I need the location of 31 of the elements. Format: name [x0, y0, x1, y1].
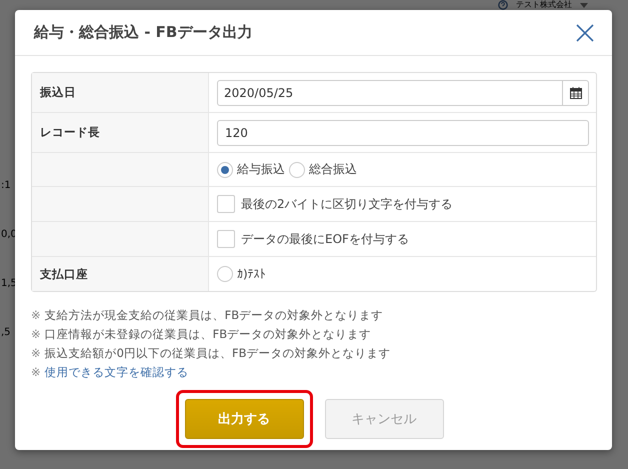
caret-icon [580, 2, 588, 8]
dialog-title: 給与・総合振込 - FBデータ出力 [34, 23, 252, 42]
date-field[interactable]: 2020/05/25 [217, 80, 589, 106]
company-name: テスト株式会社 [516, 0, 572, 10]
input-field[interactable]: 120 [217, 120, 589, 146]
field-label: レコード長 [32, 113, 209, 152]
checkbox-option[interactable]: データの最後にEOFを付与する [217, 230, 409, 248]
checkbox-option[interactable]: 最後の2バイトに区切り文字を付与する [217, 195, 453, 213]
link[interactable]: 使用できる文字を確認する [44, 365, 189, 379]
calendar-icon[interactable] [570, 86, 582, 98]
note-text: 支給方法が現金支給の従業員は、FBデータの対象外となります [44, 308, 384, 322]
note-mark: ※ [31, 308, 41, 322]
note-mark: ※ [31, 365, 41, 379]
checkbox[interactable] [217, 230, 235, 248]
note-text: 振込支給額が0円以下の従業員は、FBデータの対象外となります [44, 346, 390, 360]
note-mark: ※ [31, 327, 41, 341]
background-cell-text: :1 [1, 180, 12, 191]
note-mark: ※ [31, 346, 41, 360]
note-text: 口座情報が未登録の従業員は、FBデータの対象外となります [44, 327, 372, 341]
radio-button[interactable] [217, 266, 233, 282]
close-icon[interactable] [576, 24, 594, 42]
background-cell-text: ,5 [1, 327, 12, 338]
checkbox[interactable] [217, 195, 235, 213]
field-label: 支払口座 [32, 257, 209, 291]
radio-button[interactable] [289, 162, 305, 178]
radio-option[interactable]: 給与振込 [217, 161, 285, 178]
help-icon [498, 0, 508, 10]
field-label: 振込日 [32, 73, 209, 112]
radio-button[interactable] [217, 162, 233, 178]
radio-option[interactable]: 総合振込 [289, 161, 357, 178]
radio-option[interactable]: ｶ)ﾃｽﾄ [217, 266, 266, 282]
